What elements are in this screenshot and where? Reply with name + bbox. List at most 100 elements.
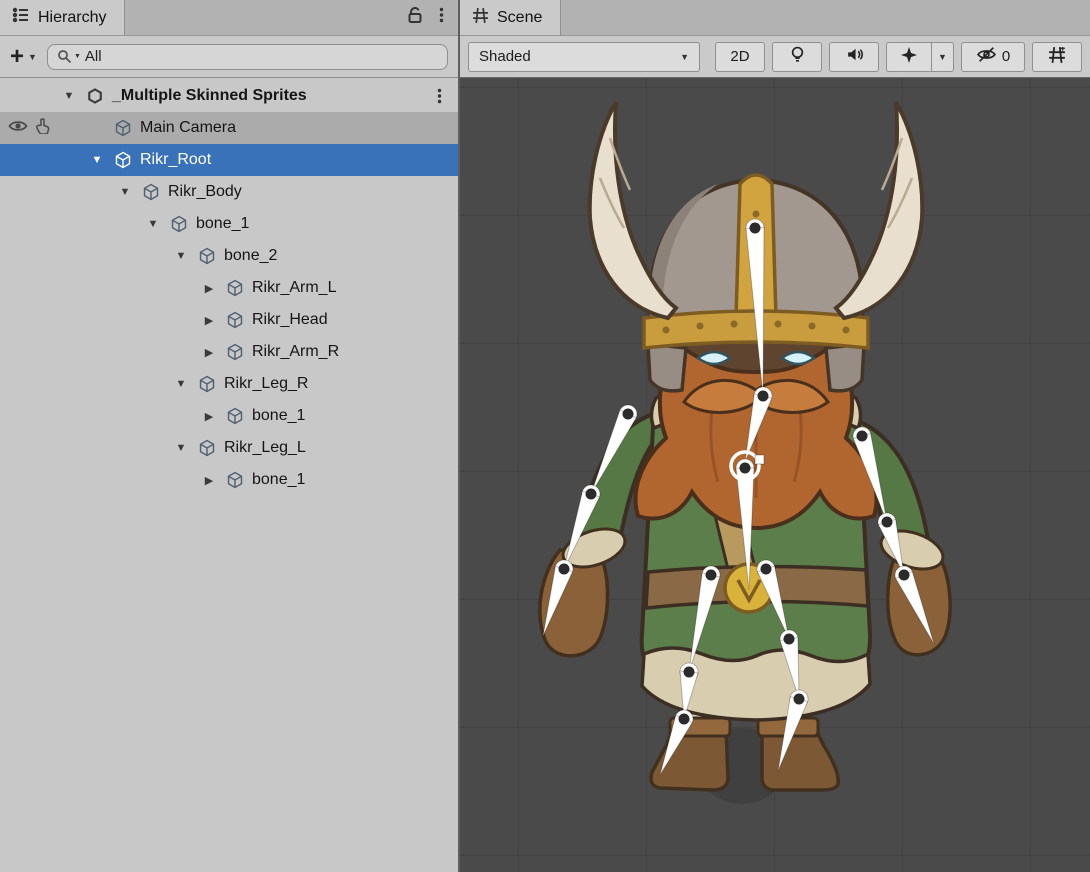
bone-joint-dot[interactable] <box>794 694 805 705</box>
hierarchy-row[interactable]: ▶bone_1 <box>0 400 458 432</box>
bone-joint-dot[interactable] <box>684 667 695 678</box>
hierarchy-row[interactable]: ▼ Rikr_Root <box>0 144 458 176</box>
hierarchy-row[interactable]: ▼ Rikr_Body <box>0 176 458 208</box>
hierarchy-toolbar: + ▼ ▼ <box>0 36 458 78</box>
scene-visibility-button[interactable]: 0 <box>961 42 1025 72</box>
collapse-arrow-icon[interactable]: ▼ <box>56 90 82 102</box>
tab-hierarchy[interactable]: Hierarchy <box>0 0 125 35</box>
bone-joint-dot[interactable] <box>706 570 717 581</box>
item-label: bone_1 <box>252 471 305 489</box>
scene-viewport[interactable] <box>460 78 1090 872</box>
item-label: Rikr_Root <box>140 151 211 169</box>
gameobject-cube-icon <box>222 343 248 361</box>
scene-toolbar: Shaded ▼ 2D <box>460 36 1090 78</box>
unity-scene-icon <box>82 87 108 105</box>
grid-visibility-button[interactable] <box>1032 42 1082 72</box>
hierarchy-row[interactable]: ▼ bone_1 <box>0 208 458 240</box>
sparkle-icon <box>900 46 918 68</box>
hierarchy-tree: ▼_Multiple Skinned Sprites Main Camera ▼ Ri… <box>0 78 458 872</box>
item-label: bone_2 <box>224 247 277 265</box>
collapse-arrow-icon[interactable]: ▼ <box>168 250 194 262</box>
hierarchy-row[interactable]: ▶Rikr_Arm_R <box>0 336 458 368</box>
hierarchy-list-icon <box>12 6 30 29</box>
bone-joint-dot[interactable] <box>679 714 690 725</box>
item-label: Rikr_Arm_L <box>252 279 336 297</box>
pickability-hand-icon[interactable] <box>36 118 50 139</box>
joint-handle-square[interactable] <box>755 455 764 464</box>
item-label: Rikr_Body <box>168 183 242 201</box>
gameobject-cube-icon <box>138 183 164 201</box>
bone-joint-dot[interactable] <box>559 564 570 575</box>
scene-options-icon[interactable] <box>437 87 458 105</box>
collapse-arrow-icon[interactable]: ▼ <box>84 154 110 166</box>
item-label: Main Camera <box>140 119 236 137</box>
hierarchy-row[interactable]: ▶Rikr_Head <box>0 304 458 336</box>
effects-dropdown-button[interactable]: ▼ <box>932 42 954 72</box>
visibility-gutter[interactable] <box>0 118 56 139</box>
expand-arrow-icon[interactable]: ▶ <box>196 474 222 487</box>
bone-joint-dot[interactable] <box>740 463 751 474</box>
collapse-arrow-icon[interactable]: ▼ <box>112 186 138 198</box>
search-input[interactable]: ▼ <box>47 44 448 70</box>
unlock-icon[interactable] <box>407 6 423 29</box>
hierarchy-row[interactable]: ▼ Rikr_Leg_R <box>0 368 458 400</box>
gameobject-cube-icon <box>222 311 248 329</box>
bone-joint-dot[interactable] <box>882 517 893 528</box>
tab-scene[interactable]: Scene <box>460 0 561 35</box>
visibility-eye-icon[interactable] <box>8 119 28 138</box>
grid-settings-icon <box>1048 46 1066 68</box>
bone-joint-dot[interactable] <box>899 570 910 581</box>
scene-tabbar: Scene <box>460 0 1090 36</box>
gameobject-cube-icon <box>194 247 220 265</box>
bone-joint-dot[interactable] <box>750 223 761 234</box>
bone-joint-dot[interactable] <box>758 391 769 402</box>
item-label: Rikr_Leg_R <box>224 375 308 393</box>
search-field[interactable] <box>85 48 438 65</box>
gameobject-cube-icon <box>222 279 248 297</box>
unity-editor-window: Hierarchy + ▼ ▼ <box>0 0 1090 872</box>
bone-joint-dot[interactable] <box>784 634 795 645</box>
search-icon[interactable]: ▼ <box>57 49 81 64</box>
draw-mode-label: Shaded <box>479 48 531 65</box>
tab-hierarchy-label: Hierarchy <box>38 9 106 27</box>
bone-joint-dot[interactable] <box>761 564 772 575</box>
bone-joint-dot[interactable] <box>586 489 597 500</box>
hierarchy-row[interactable]: ▶ bone_1 <box>0 464 458 496</box>
gameobject-cube-icon <box>110 119 136 137</box>
scene-canvas[interactable] <box>460 78 1088 872</box>
bone-joint-dot[interactable] <box>857 431 868 442</box>
lightbulb-icon <box>788 45 807 68</box>
bone-joint-dot[interactable] <box>623 409 634 420</box>
chevron-down-icon: ▼ <box>28 52 37 62</box>
create-menu-button[interactable]: + ▼ <box>10 45 37 69</box>
hierarchy-row-scene[interactable]: ▼_Multiple Skinned Sprites <box>0 80 458 112</box>
item-label: Rikr_Leg_L <box>224 439 306 457</box>
gameobject-cube-icon <box>222 407 248 425</box>
expand-arrow-icon[interactable]: ▶ <box>196 346 222 359</box>
hierarchy-row[interactable]: ▼ bone_2 <box>0 240 458 272</box>
plus-icon: + <box>10 45 24 69</box>
item-label: bone_1 <box>196 215 249 233</box>
expand-arrow-icon[interactable]: ▶ <box>196 282 222 295</box>
toggle-2d-label: 2D <box>730 48 749 65</box>
hierarchy-row[interactable]: ▼ Rikr_Leg_L <box>0 432 458 464</box>
hierarchy-tabbar: Hierarchy <box>0 0 458 36</box>
gameobject-cube-icon <box>110 151 136 169</box>
toggle-2d-button[interactable]: 2D <box>715 42 765 72</box>
gameobject-cube-icon <box>166 215 192 233</box>
lighting-toggle-button[interactable] <box>772 42 822 72</box>
effects-toggle-button[interactable] <box>886 42 932 72</box>
audio-toggle-button[interactable] <box>829 42 879 72</box>
collapse-arrow-icon[interactable]: ▼ <box>168 442 194 454</box>
expand-arrow-icon[interactable]: ▶ <box>196 410 222 423</box>
collapse-arrow-icon[interactable]: ▼ <box>168 378 194 390</box>
draw-mode-dropdown[interactable]: Shaded ▼ <box>468 42 700 72</box>
search-filter-caret-icon: ▼ <box>74 53 81 60</box>
expand-arrow-icon[interactable]: ▶ <box>196 314 222 327</box>
collapse-arrow-icon[interactable]: ▼ <box>140 218 166 230</box>
kebab-menu-icon[interactable] <box>439 6 444 29</box>
hierarchy-row[interactable]: Main Camera <box>0 112 458 144</box>
chevron-down-icon: ▼ <box>680 52 689 62</box>
hierarchy-panel: Hierarchy + ▼ ▼ <box>0 0 460 872</box>
hierarchy-row[interactable]: ▶ Rikr_Arm_L <box>0 272 458 304</box>
